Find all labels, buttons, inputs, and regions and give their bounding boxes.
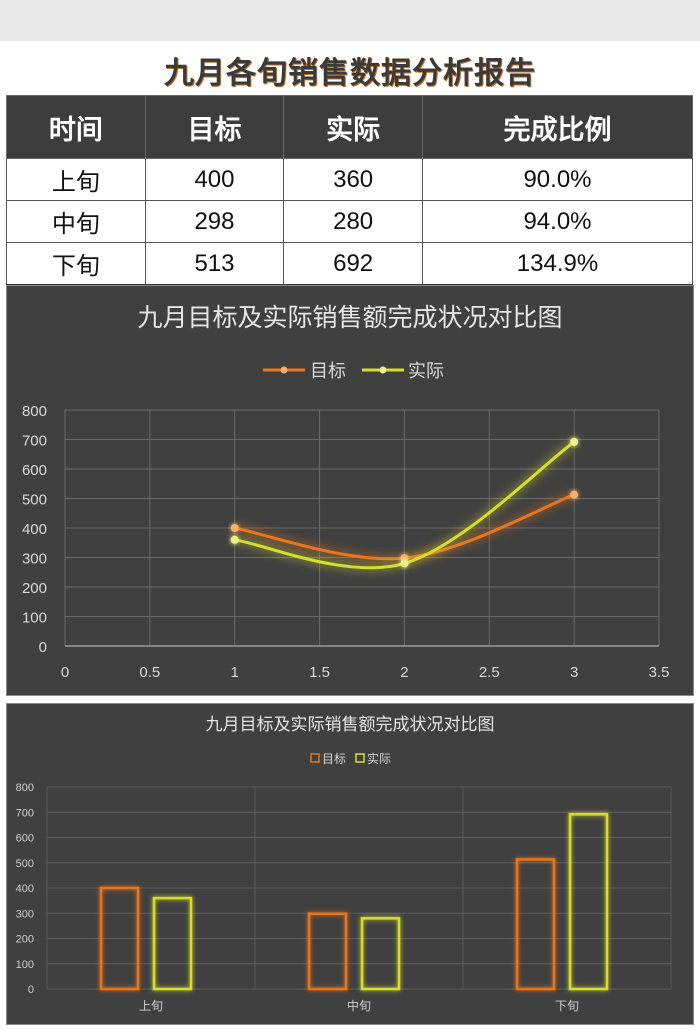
y-tick-label: 0 [39,639,47,656]
legend-actual-label: 实际 [367,751,391,766]
cell-actual: 692 [283,242,423,286]
header-target: 目标 [144,95,285,159]
legend-target-label: 目标 [310,361,346,381]
cell-target: 400 [144,158,285,201]
bar-chart-x-axis: 上旬 中旬 下旬 [139,998,579,1013]
cell-target: 298 [144,200,285,243]
bar-chart-legend: 目标 实际 [310,751,391,766]
bar-chart-panel: 九月目标及实际销售额完成状况对比图 目标 实际 0 100 200 300 400 500… [6,703,694,1025]
y-tick-label: 200 [16,934,34,946]
legend-item-actual[interactable]: 实际 [362,361,444,381]
y-tick-label: 700 [22,433,47,450]
table-header-row: 时间 目标 实际 完成比例 [6,95,694,159]
data-point-target[interactable] [230,524,239,532]
y-tick-label: 100 [22,610,47,627]
x-tick-label: 中旬 [347,998,371,1013]
x-tick-label: 上旬 [139,999,163,1013]
x-tick-label: 下旬 [555,999,579,1013]
y-tick-label: 300 [16,908,34,920]
y-tick-label: 500 [16,858,34,870]
x-tick-label: 1.5 [309,664,330,681]
bar-chart: 九月目标及实际销售额完成状况对比图 目标 实际 0 100 200 300 400 500… [16,715,672,1013]
cell-actual: 280 [283,200,423,243]
x-tick-label: 3 [570,664,578,681]
y-tick-label: 200 [22,580,47,597]
line-chart-title: 九月目标及实际销售额完成状况对比图 [137,304,562,332]
y-tick-label: 400 [16,883,34,895]
data-point-target[interactable] [570,490,579,499]
cell-ratio: 134.9% [421,242,694,286]
bar-chart-series [99,813,609,991]
y-tick-label: 300 [22,551,47,568]
line-chart-panel: 九月目标及实际销售额完成状况对比图 目标 实际 0 100 200 300 400 500… [6,285,694,696]
bar-chart-title: 九月目标及实际销售额完成状况对比图 [206,715,495,734]
cell-period: 上旬 [6,158,146,201]
y-tick-label: 400 [22,521,47,538]
table-row: 中旬 298 280 94.0% [6,200,694,243]
cell-period: 中旬 [6,200,146,243]
x-tick-label: 0 [61,664,69,681]
cell-ratio: 94.0% [421,200,694,243]
legend-actual-marker [379,366,387,374]
cell-ratio: 90.0% [421,158,694,201]
report-title: 九月各旬销售数据分析报告 [164,56,536,91]
x-tick-label: 0.5 [139,664,160,681]
data-point-actual[interactable] [570,437,579,446]
line-chart-legend: 目标 实际 [263,361,444,381]
header-completion-ratio: 完成比例 [421,95,694,159]
y-tick-label: 100 [16,959,34,971]
line-chart: 九月目标及实际销售额完成状况对比图 目标 实际 0 100 200 300 400 500… [22,304,670,681]
bar-actual[interactable] [152,896,193,991]
header-time: 时间 [6,95,146,159]
sales-table: 时间 目标 实际 完成比例 上旬 400 360 90.0% 中旬 298 28… [6,95,694,286]
legend-actual-label: 实际 [408,361,444,381]
bar-target[interactable] [307,912,348,991]
y-tick-label: 600 [22,462,47,479]
x-tick-label: 2.5 [479,664,500,681]
cell-period: 下旬 [6,242,146,286]
bar-chart-grid [46,786,672,990]
legend-target-swatch [310,753,320,763]
bar-target[interactable] [515,858,556,991]
legend-target-label: 目标 [322,752,346,766]
legend-item-target[interactable]: 目标 [310,752,346,766]
cell-target: 513 [144,242,285,286]
legend-item-target[interactable]: 目标 [263,361,346,381]
y-tick-label: 600 [16,833,34,845]
y-tick-label: 700 [16,807,34,819]
cell-actual: 360 [283,158,423,201]
header-actual: 实际 [283,95,423,159]
legend-target-marker [280,366,288,374]
y-tick-label: 800 [16,782,34,794]
table-row: 下旬 513 692 134.9% [6,242,694,286]
legend-item-actual[interactable]: 实际 [355,751,391,766]
y-tick-label: 0 [28,984,34,996]
line-chart-y-axis: 0 100 200 300 400 500 600 700 800 [22,403,47,656]
y-tick-label: 500 [22,492,47,509]
x-tick-label: 3.5 [649,664,670,681]
y-tick-label: 800 [22,403,47,420]
table-row: 上旬 400 360 90.0% [6,158,694,201]
x-tick-label: 2 [400,664,408,681]
bar-actual[interactable] [568,813,609,991]
x-tick-label: 1 [231,664,239,681]
line-chart-x-axis: 0 0.5 1 1.5 2 2.5 3 3.5 [61,664,670,681]
bar-actual[interactable] [360,917,401,991]
data-point-actual[interactable] [230,535,239,544]
top-bar [0,0,700,41]
data-point-actual[interactable] [400,559,409,568]
legend-actual-swatch [355,753,365,763]
bar-chart-y-axis: 0 100 200 300 400 500 600 700 800 [16,782,34,996]
